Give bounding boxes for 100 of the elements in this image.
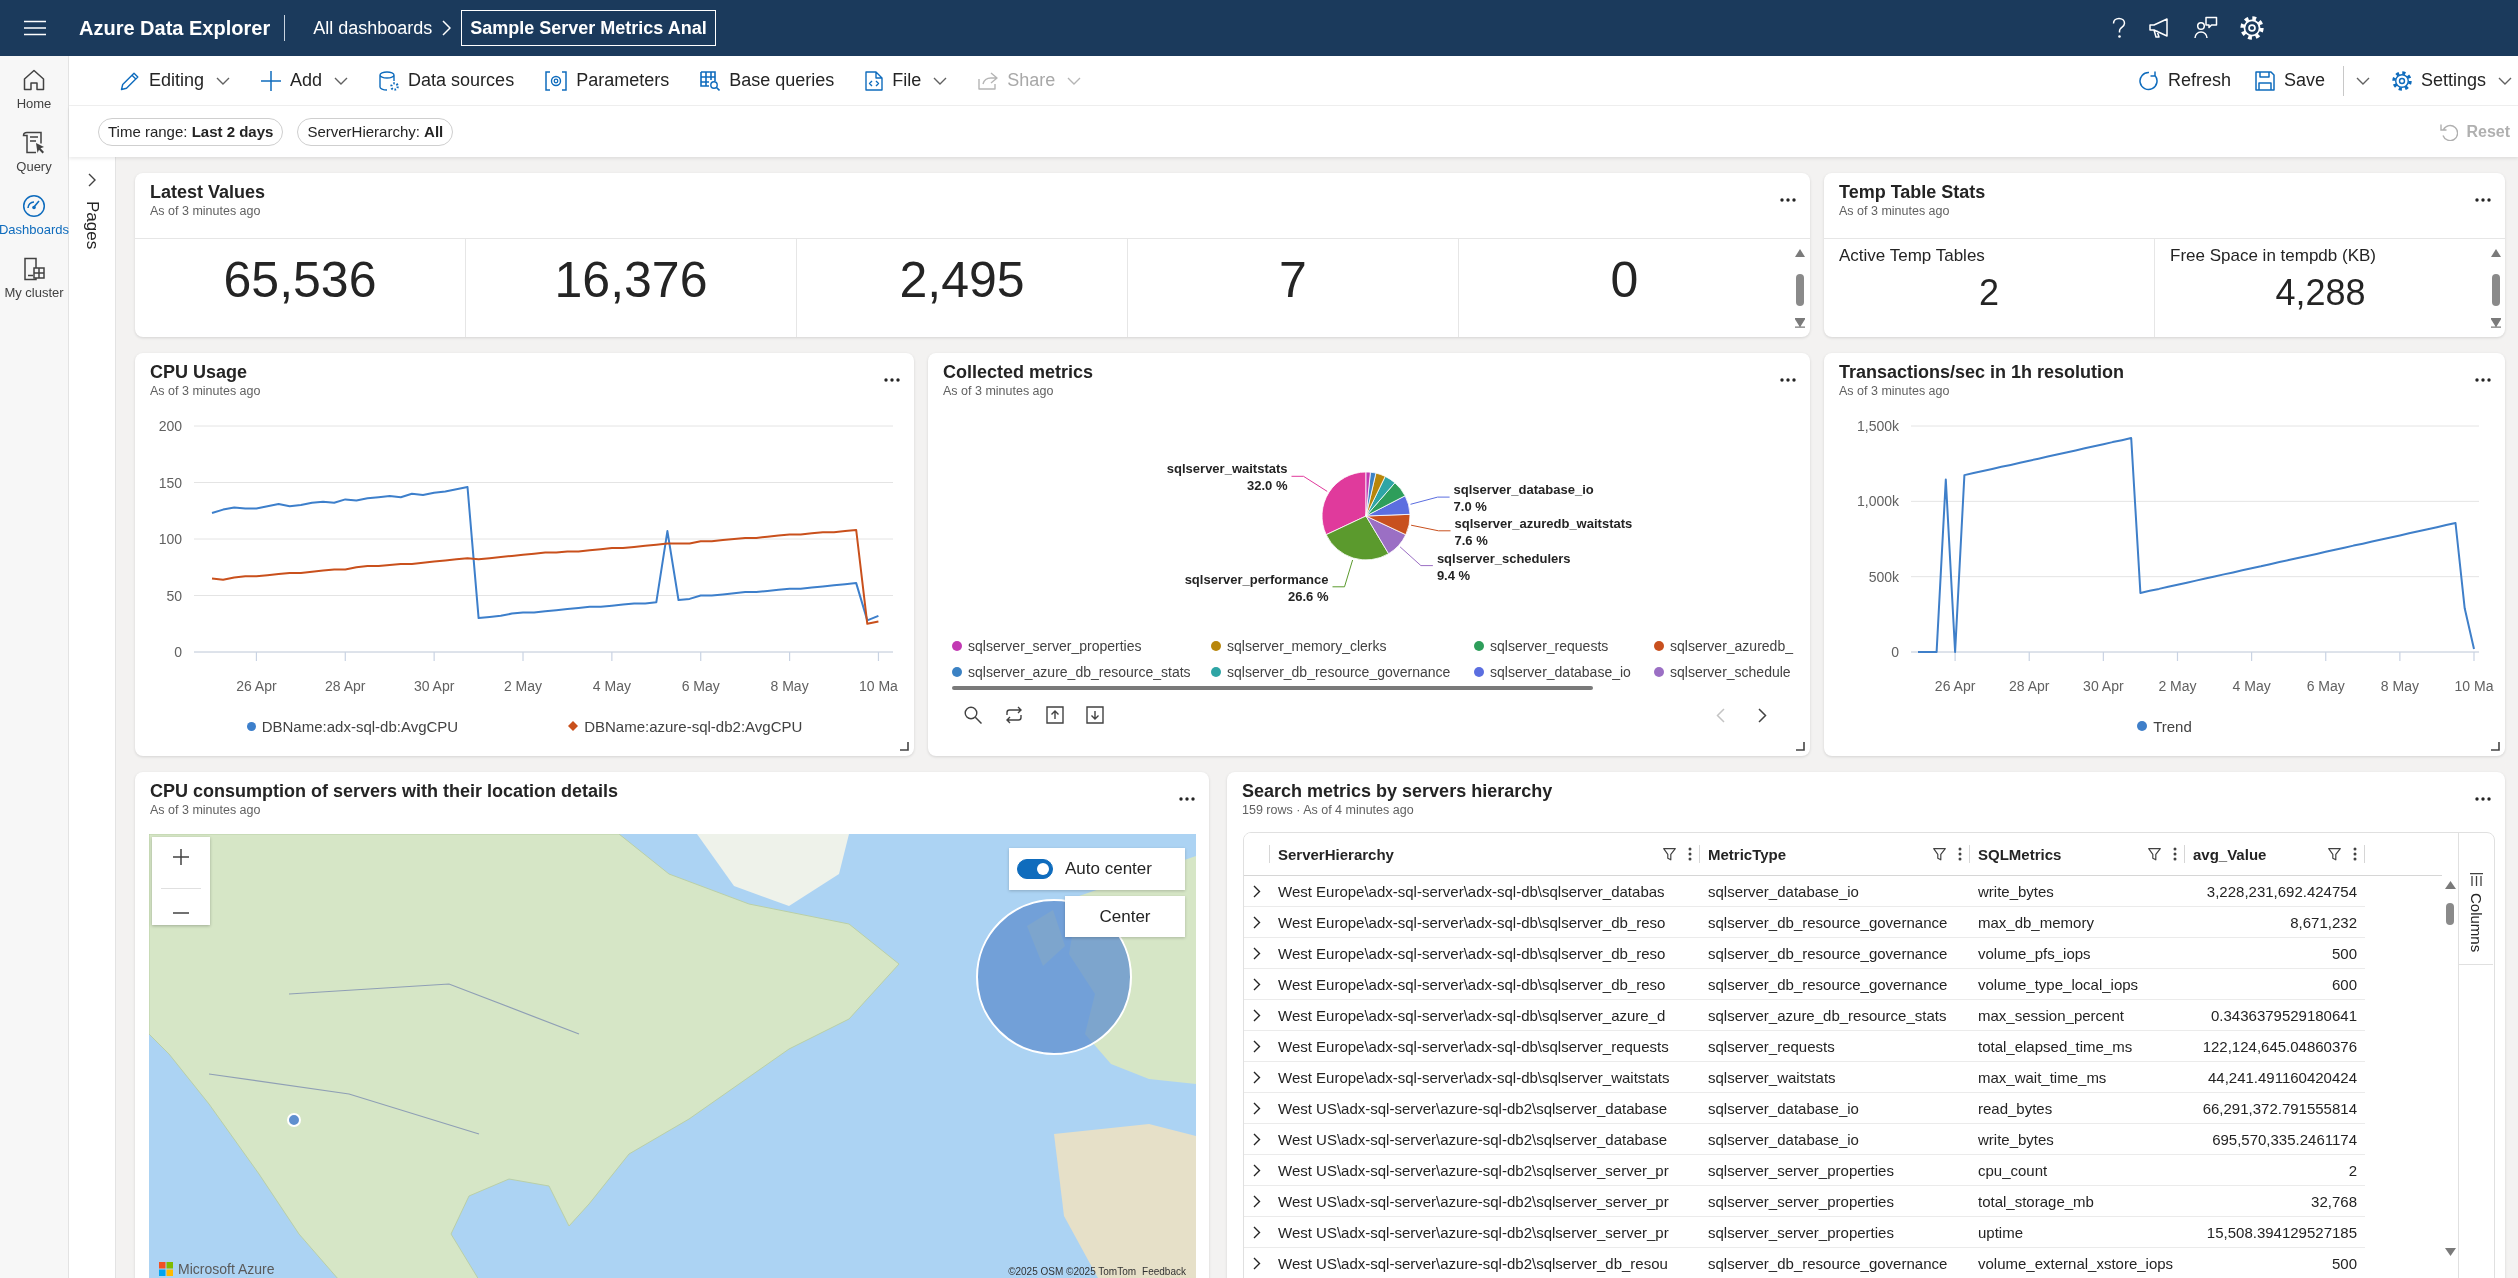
column-header[interactable]: MetricType <box>1700 833 1970 875</box>
expand-chevron-icon[interactable] <box>1253 1101 1261 1115</box>
breadcrumb-link[interactable]: All dashboards <box>313 17 433 39</box>
toolbar-button[interactable]: File <box>863 62 950 99</box>
more-vertical-icon[interactable] <box>1688 847 1692 861</box>
metric-value: 2,495 <box>899 251 1025 309</box>
more-vertical-icon[interactable] <box>2173 847 2177 861</box>
plus-icon <box>261 70 282 91</box>
column-header[interactable]: ServerHierarchy <box>1270 833 1700 875</box>
filter-icon[interactable] <box>1933 847 1946 861</box>
legend-label[interactable]: DBName:azure-sql-db2:AvgCPU <box>584 717 803 735</box>
parameter-pill[interactable]: ServerHierarchy: All <box>297 117 454 146</box>
pages-tab[interactable]: Pages <box>82 201 102 250</box>
nav-item[interactable]: Home <box>2 68 66 131</box>
scroll-up-icon[interactable] <box>2444 881 2456 889</box>
download-icon[interactable] <box>1086 706 1104 724</box>
app-title: Azure Data Explorer <box>79 16 271 40</box>
help-icon[interactable] <box>2112 17 2126 39</box>
scroll-down-icon[interactable] <box>2444 1248 2456 1256</box>
legend-label[interactable]: sqlserver_azure_db_resource_stats <box>968 664 1191 680</box>
dashboard-name-field[interactable]: Sample Server Metrics Anal <box>461 10 716 46</box>
scrollbar-thumb[interactable] <box>1796 274 1804 306</box>
zoom-in-icon[interactable] <box>173 848 189 865</box>
expand-chevron-icon[interactable] <box>1253 1225 1261 1239</box>
legend-label[interactable]: sqlserver_database_io <box>1490 664 1631 680</box>
more-icon[interactable] <box>2475 198 2491 202</box>
scroll-down-icon[interactable] <box>2491 318 2501 328</box>
table-cell: sqlserver_db_resource_governance <box>1708 913 1948 931</box>
parameter-pill[interactable]: Time range: Last 2 days <box>98 117 284 146</box>
undo-icon <box>2440 122 2459 141</box>
more-vertical-icon[interactable] <box>2353 847 2357 861</box>
column-header[interactable]: avg_Value <box>2185 833 2365 875</box>
nav-item[interactable]: My cluster <box>2 257 66 320</box>
settings-icon[interactable] <box>2240 16 2264 40</box>
expand-chevron-icon[interactable] <box>1253 884 1261 898</box>
toolbar-button[interactable]: Data sources <box>377 62 517 99</box>
chevron-right-icon[interactable] <box>88 173 96 187</box>
expand-chevron-icon[interactable] <box>1253 1256 1261 1270</box>
scrollbar-thumb[interactable] <box>2446 903 2454 925</box>
resize-handle-icon[interactable] <box>1796 742 1805 751</box>
legend-label[interactable]: sqlserver_azuredb_ <box>1670 638 1793 654</box>
menu-icon[interactable] <box>24 20 46 36</box>
zoom-out-icon[interactable] <box>173 911 189 914</box>
more-icon[interactable] <box>2475 378 2491 382</box>
table-cell: 500 <box>2331 944 2357 962</box>
expand-chevron-icon[interactable] <box>1253 1008 1261 1022</box>
more-icon[interactable] <box>2475 797 2491 801</box>
center-button[interactable]: Center <box>1065 896 1185 937</box>
legend-label[interactable]: sqlserver_schedule <box>1670 664 1791 680</box>
caret-icon[interactable] <box>2355 76 2370 85</box>
expand-chevron-icon[interactable] <box>1253 977 1261 991</box>
toggle-switch[interactable] <box>1017 859 1053 879</box>
nav-item[interactable]: Query <box>2 131 66 194</box>
expand-chevron-icon[interactable] <box>1253 1039 1261 1053</box>
toolbar-button[interactable]: Parameters <box>543 62 672 99</box>
expand-chevron-icon[interactable] <box>1253 1070 1261 1084</box>
toolbar-button[interactable]: Base queries <box>698 62 837 99</box>
filter-icon[interactable] <box>2148 847 2161 861</box>
scroll-up-icon[interactable] <box>1795 249 1805 257</box>
repeat-arrows-icon[interactable] <box>1004 706 1024 724</box>
toolbar-button[interactable]: Settings <box>2389 62 2514 99</box>
more-icon[interactable] <box>884 378 900 382</box>
legend-label[interactable]: Trend <box>2153 717 2192 735</box>
filter-icon[interactable] <box>2328 847 2341 861</box>
table-cell: 66,291,372.791555814 <box>2202 1099 2357 1117</box>
toolbar-button[interactable]: Editing <box>118 62 233 99</box>
expand-chevron-icon[interactable] <box>1253 946 1261 960</box>
location-marker-icon[interactable] <box>287 1113 301 1127</box>
resize-handle-icon[interactable] <box>900 742 909 751</box>
stat-value: 4,288 <box>2274 273 2367 313</box>
columns-panel-tab[interactable]: Columns <box>2459 833 2493 965</box>
upload-icon[interactable] <box>1046 706 1064 724</box>
legend-label[interactable]: DBName:adx-sql-db:AvgCPU <box>261 717 459 735</box>
feedback-link[interactable]: Feedback <box>1142 1266 1186 1277</box>
more-icon[interactable] <box>1780 198 1796 202</box>
expand-chevron-icon[interactable] <box>1253 1194 1261 1208</box>
scrollbar-thumb[interactable] <box>2492 274 2500 306</box>
toolbar-button[interactable]: Refresh <box>2136 62 2233 99</box>
person-chat-icon[interactable] <box>2194 16 2218 40</box>
toolbar-button[interactable]: Add <box>259 62 351 99</box>
brackets-icon <box>545 70 568 91</box>
more-icon[interactable] <box>1780 378 1796 382</box>
expand-chevron-icon[interactable] <box>1253 915 1261 929</box>
more-vertical-icon[interactable] <box>1958 847 1962 861</box>
filter-icon[interactable] <box>1663 847 1676 861</box>
legend-label[interactable]: sqlserver_memory_clerks <box>1227 638 1387 654</box>
legend-label[interactable]: sqlserver_requests <box>1490 638 1609 654</box>
scroll-up-icon[interactable] <box>2491 249 2501 257</box>
scrollbar-thumb[interactable] <box>952 686 1593 690</box>
legend-label[interactable]: sqlserver_server_properties <box>968 638 1142 654</box>
column-header[interactable]: SQLMetrics <box>1970 833 2185 875</box>
chevron-right-icon[interactable] <box>1758 707 1767 723</box>
resize-handle-icon[interactable] <box>2491 742 2500 751</box>
scroll-down-icon[interactable] <box>1795 318 1805 328</box>
expand-chevron-icon[interactable] <box>1253 1163 1261 1177</box>
toolbar-button[interactable]: Save <box>2252 62 2327 99</box>
legend-label[interactable]: sqlserver_db_resource_governance <box>1227 664 1451 680</box>
search-icon[interactable] <box>964 706 982 724</box>
more-icon[interactable] <box>1179 797 1195 801</box>
expand-chevron-icon[interactable] <box>1253 1132 1261 1146</box>
